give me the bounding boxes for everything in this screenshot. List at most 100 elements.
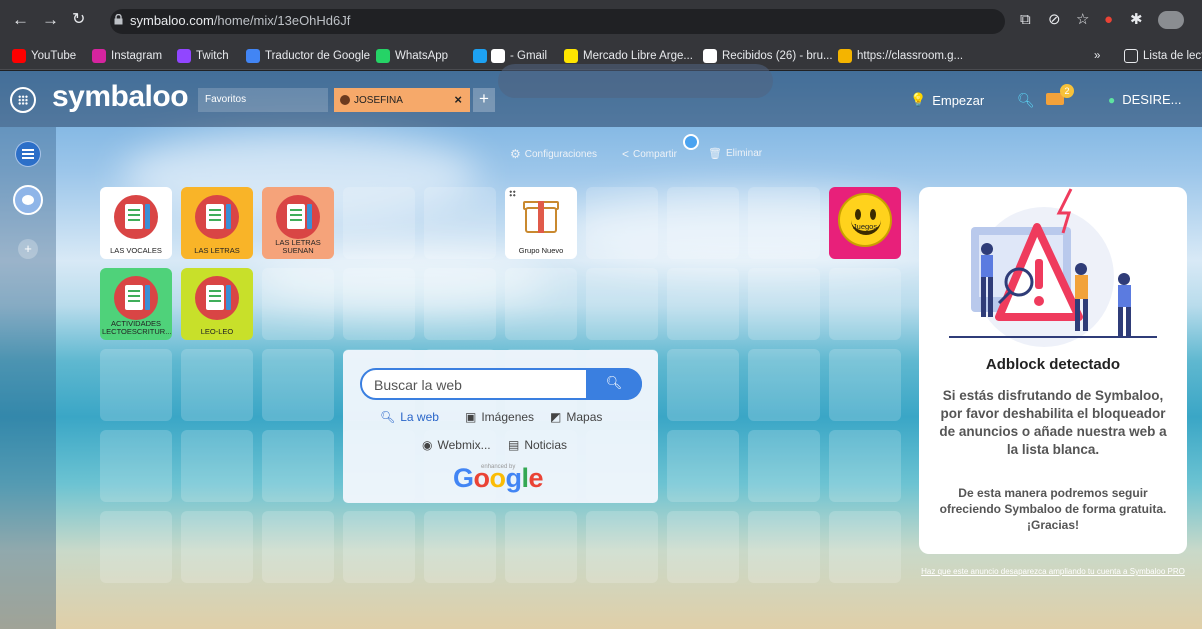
bookmark-item[interactable] xyxy=(473,48,487,64)
option-la-web[interactable]: 🔍︎ La web xyxy=(380,410,439,424)
empty-tile-slot[interactable] xyxy=(748,511,820,583)
google-icon xyxy=(491,49,505,63)
translate-icon xyxy=(246,49,260,63)
delete-button[interactable]: 🗑︎ Eliminar xyxy=(708,147,762,160)
extensions-icon[interactable]: ✱ xyxy=(1130,11,1143,29)
worksheet-icon xyxy=(276,195,320,239)
reading-list-button[interactable]: Lista de lect xyxy=(1124,48,1202,64)
bookmark-item[interactable]: Recibidos (26) - bru... xyxy=(703,48,833,64)
option-mapas[interactable]: ◩ Mapas xyxy=(550,410,602,424)
bookmark-item[interactable]: YouTube xyxy=(12,48,76,64)
bookmark-item[interactable]: https://classroom.g... xyxy=(838,48,963,64)
upgrade-pro-link[interactable]: Haz que este anuncio desaparezca amplian… xyxy=(914,566,1192,577)
empty-tile-slot[interactable] xyxy=(667,187,739,259)
back-icon[interactable]: ← xyxy=(12,10,29,30)
symbaloo-logo[interactable]: symbaloo xyxy=(52,80,189,114)
tile-label: ACTIVIDADES LECTOESCRITUR... xyxy=(102,319,172,336)
tile[interactable]: ACTIVIDADES LECTOESCRITUR... xyxy=(100,268,172,340)
search-icon: 🔍︎ xyxy=(605,375,623,390)
empty-tile-slot[interactable] xyxy=(667,511,739,583)
group-icon xyxy=(509,190,516,197)
empty-tile-slot[interactable] xyxy=(343,187,415,259)
search-input[interactable] xyxy=(374,375,584,395)
empty-tile-slot[interactable] xyxy=(505,268,577,340)
empty-tile-slot[interactable] xyxy=(100,430,172,502)
empty-tile-slot[interactable] xyxy=(343,511,415,583)
empty-tile-slot[interactable] xyxy=(505,511,577,583)
empty-tile-slot[interactable] xyxy=(181,349,253,421)
empty-tile-slot[interactable] xyxy=(829,511,901,583)
empty-tile-slot[interactable] xyxy=(424,187,496,259)
empty-tile-slot[interactable] xyxy=(829,430,901,502)
settings-button[interactable]: ⚙ Configuraciones xyxy=(510,147,597,161)
google-letter: l xyxy=(521,463,530,493)
sidebar-list-button[interactable] xyxy=(15,141,41,167)
bookmark-star-icon[interactable]: ☆ xyxy=(1076,11,1089,29)
sidebar-add-button[interactable]: + xyxy=(18,239,38,259)
more-bookmarks-button[interactable]: » xyxy=(1094,48,1100,64)
tile[interactable]: Grupo Nuevo xyxy=(505,187,577,259)
empty-tile-slot[interactable] xyxy=(181,511,253,583)
empty-tile-slot[interactable] xyxy=(586,268,658,340)
option-noticias[interactable]: ▤ Noticias xyxy=(508,438,567,452)
empty-tile-slot[interactable] xyxy=(748,430,820,502)
option-imagenes[interactable]: ▣ Imágenes xyxy=(465,410,534,424)
user-icon: ● xyxy=(1108,92,1116,107)
bookmark-item[interactable]: Twitch xyxy=(177,48,229,64)
empty-tile-slot[interactable] xyxy=(262,511,334,583)
user-menu[interactable]: ● DESIRE... xyxy=(1108,92,1182,107)
empty-tile-slot[interactable] xyxy=(262,268,334,340)
empezar-button[interactable]: 💡 Empezar xyxy=(910,92,984,108)
google-icon xyxy=(703,49,717,63)
tile[interactable]: LAS LETRAS SUENAN xyxy=(262,187,334,259)
empty-tile-slot[interactable] xyxy=(262,430,334,502)
empty-tile-slot[interactable] xyxy=(262,349,334,421)
empty-tile-slot[interactable] xyxy=(748,349,820,421)
tracking-icon[interactable]: ⊘ xyxy=(1048,11,1061,29)
worksheet-icon xyxy=(114,276,158,320)
add-tab-button[interactable]: + xyxy=(473,88,495,112)
empty-tile-slot[interactable] xyxy=(424,511,496,583)
cast-icon[interactable]: ⧉ xyxy=(1020,11,1031,29)
empty-tile-slot[interactable] xyxy=(748,268,820,340)
empty-tile-slot[interactable] xyxy=(667,430,739,502)
bookmark-label: Instagram xyxy=(111,50,163,62)
url-text[interactable]: symbaloo.com/home/mix/13eOhHd6Jf xyxy=(130,13,350,28)
share-button[interactable]: < Compartir xyxy=(622,147,677,161)
forward-icon[interactable]: → xyxy=(42,10,59,30)
empty-tile-slot[interactable] xyxy=(424,268,496,340)
empty-tile-slot[interactable] xyxy=(667,268,739,340)
empty-tile-slot[interactable] xyxy=(100,511,172,583)
empty-tile-slot[interactable] xyxy=(586,511,658,583)
profile-avatar[interactable] xyxy=(1158,11,1184,29)
empty-tile-slot[interactable] xyxy=(181,430,253,502)
tile[interactable]: LAS LETRAS xyxy=(181,187,253,259)
bookmark-item[interactable]: Instagram xyxy=(92,48,162,64)
bookmark-item[interactable]: Traductor de Google xyxy=(246,48,370,64)
tile[interactable]: LEO-LEO xyxy=(181,268,253,340)
tile[interactable]: LAS VOCALES xyxy=(100,187,172,259)
tile-label: LAS VOCALES xyxy=(110,246,162,255)
empty-tile-slot[interactable] xyxy=(667,349,739,421)
sidebar-webmix-avatar[interactable] xyxy=(13,185,43,215)
search-button[interactable]: 🔍︎ xyxy=(586,368,642,400)
close-tab-icon[interactable]: × xyxy=(454,92,462,107)
empty-tile-slot[interactable] xyxy=(829,349,901,421)
empty-tile-slot[interactable] xyxy=(586,187,658,259)
empty-tile-slot[interactable] xyxy=(748,187,820,259)
reload-icon[interactable]: ↻ xyxy=(72,10,85,30)
bookmark-item[interactable]: - Gmail xyxy=(491,48,547,64)
search-icon[interactable]: 🔍︎ xyxy=(1017,92,1035,109)
bookmark-item[interactable]: WhatsApp xyxy=(376,48,448,64)
bookmark-item[interactable]: Mercado Libre Arge... xyxy=(564,48,693,64)
gmail-extension-icon[interactable]: ● xyxy=(1104,11,1113,29)
tab-josefina[interactable]: JOSEFINA × xyxy=(334,88,470,112)
empty-tile-slot[interactable] xyxy=(829,268,901,340)
tab-label: JOSEFINA xyxy=(354,94,403,106)
tab-favoritos[interactable]: Favoritos xyxy=(198,88,328,112)
empty-tile-slot[interactable] xyxy=(343,268,415,340)
tile[interactable]: Juegos xyxy=(829,187,901,259)
empty-tile-slot[interactable] xyxy=(100,349,172,421)
option-webmix[interactable]: ◉ Webmix... xyxy=(422,438,491,452)
apps-menu-button[interactable] xyxy=(10,87,36,113)
